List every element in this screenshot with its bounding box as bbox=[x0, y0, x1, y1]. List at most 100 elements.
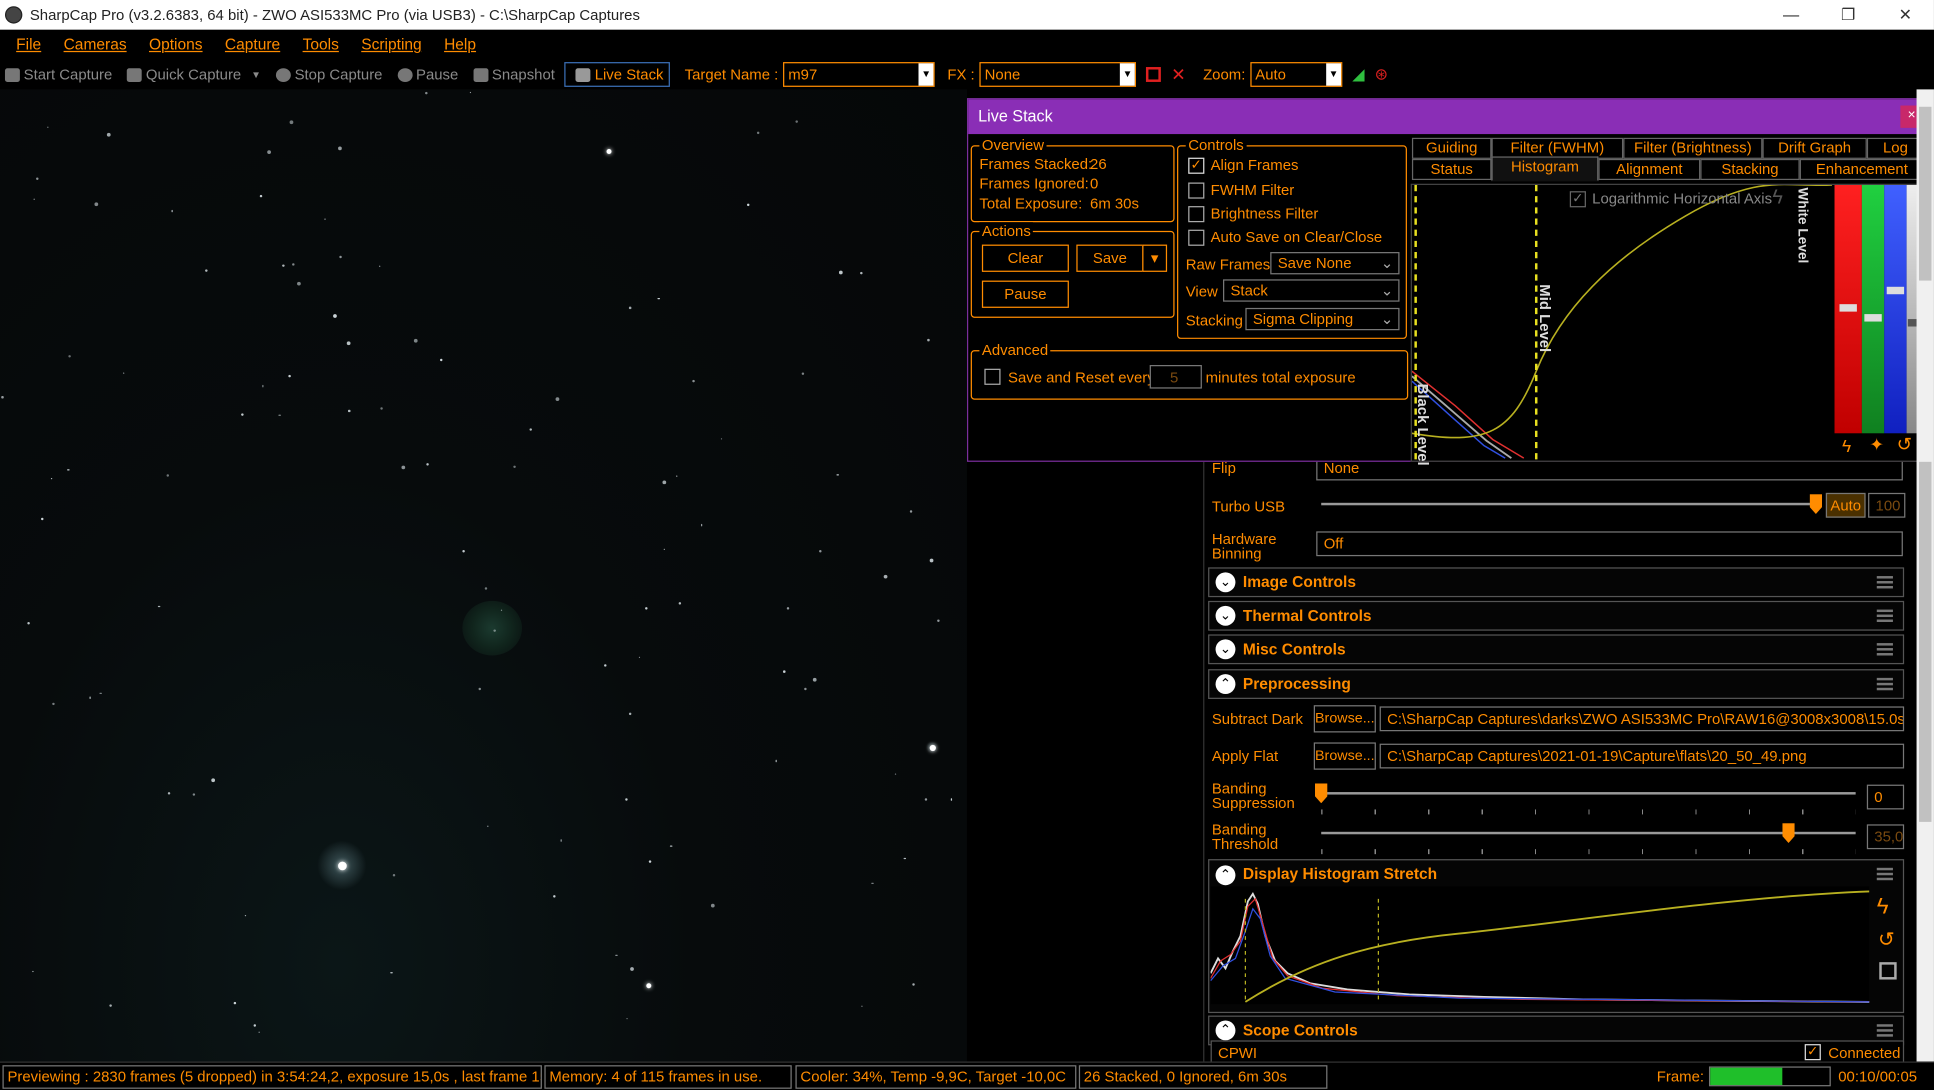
tab-alignment[interactable]: Alignment bbox=[1598, 158, 1701, 181]
save-icon[interactable] bbox=[1879, 962, 1897, 980]
reset-icon[interactable]: ↺ bbox=[1897, 433, 1913, 456]
chevron-down-icon[interactable]: ▼ bbox=[1326, 63, 1342, 86]
tab-enhancement[interactable]: Enhancement bbox=[1799, 158, 1925, 181]
chevron-down-icon[interactable]: ▼ bbox=[1120, 63, 1136, 86]
turbo-usb-slider[interactable] bbox=[1321, 502, 1819, 506]
align-frames-checkbox[interactable]: ✓ bbox=[1188, 157, 1205, 174]
tab-status[interactable]: Status bbox=[1411, 158, 1492, 181]
thermal-controls-section[interactable]: ⌄ Thermal Controls bbox=[1208, 600, 1905, 631]
menu-icon[interactable] bbox=[1876, 609, 1893, 622]
live-stack-histogram[interactable]: ✓ Logarithmic Horizontal Axis Black Leve… bbox=[1410, 183, 1927, 466]
target-name-input[interactable]: m97 ▼ bbox=[783, 62, 935, 87]
star-icon[interactable]: ✦ bbox=[1869, 435, 1884, 456]
menu-scripting[interactable]: Scripting bbox=[361, 36, 421, 53]
stack-histogram-plot[interactable] bbox=[1411, 184, 1833, 461]
fx-select[interactable]: None ▼ bbox=[979, 62, 1137, 87]
tab-histogram[interactable]: Histogram bbox=[1491, 156, 1599, 182]
green-level-thumb[interactable] bbox=[1864, 314, 1882, 322]
turbo-auto-button[interactable]: Auto bbox=[1825, 492, 1866, 518]
quick-capture-button[interactable]: Quick Capture ▼ bbox=[122, 66, 261, 83]
tab-stacking[interactable]: Stacking bbox=[1700, 158, 1800, 181]
brightness-filter-checkbox[interactable] bbox=[1188, 206, 1205, 223]
red-level-thumb[interactable] bbox=[1839, 304, 1857, 312]
save-dropdown-button[interactable]: ▾ bbox=[1142, 244, 1168, 272]
close-button[interactable]: ✕ bbox=[1877, 0, 1934, 30]
green-level-bar[interactable] bbox=[1861, 184, 1885, 434]
stop-capture-button[interactable]: Stop Capture bbox=[271, 66, 382, 83]
menu-file[interactable]: File bbox=[16, 36, 41, 53]
tab-log[interactable]: Log bbox=[1866, 137, 1925, 159]
banding-suppression-slider[interactable] bbox=[1321, 792, 1856, 795]
subtract-dark-select[interactable]: C:\SharpCap Captures\darks\ZWO ASI533MC … bbox=[1379, 706, 1905, 732]
display-histogram-plot[interactable] bbox=[1210, 886, 1870, 1005]
subtract-dark-browse-button[interactable]: Browse... bbox=[1313, 705, 1376, 733]
apply-flat-browse-button[interactable]: Browse... bbox=[1313, 742, 1376, 770]
raw-frames-select[interactable]: Save None ⌄ bbox=[1270, 252, 1400, 275]
maximize-button[interactable]: ❐ bbox=[1820, 0, 1877, 30]
panel-scrollbar[interactable] bbox=[1916, 89, 1934, 1062]
preview-image[interactable] bbox=[0, 89, 967, 1062]
menu-options[interactable]: Options bbox=[149, 36, 203, 53]
start-capture-button[interactable]: Start Capture bbox=[0, 66, 112, 83]
image-controls-section[interactable]: ⌄ Image Controls bbox=[1208, 567, 1905, 598]
scrollbar-thumb[interactable] bbox=[1919, 461, 1932, 822]
chevron-down-icon[interactable]: ▼ bbox=[918, 63, 934, 86]
stacking-select[interactable]: Sigma Clipping ⌄ bbox=[1245, 307, 1400, 331]
blue-level-bar[interactable] bbox=[1884, 184, 1907, 434]
reticle-off-icon[interactable]: ✕ bbox=[1171, 64, 1186, 85]
scrollbar-thumb[interactable] bbox=[1919, 106, 1932, 281]
pause-stack-button[interactable]: Pause bbox=[981, 280, 1069, 308]
banding-threshold-value[interactable]: 35,0 bbox=[1866, 824, 1905, 850]
menu-icon[interactable] bbox=[1876, 1024, 1893, 1037]
focus-assist-icon[interactable]: ⊛ bbox=[1375, 65, 1389, 85]
turbo-usb-thumb[interactable] bbox=[1809, 494, 1823, 514]
log-axis-checkbox[interactable]: ✓ bbox=[1569, 191, 1586, 208]
auto-stretch-icon[interactable]: ϟ bbox=[1772, 187, 1783, 209]
chevron-down-icon[interactable]: ⌄ bbox=[1215, 605, 1236, 626]
turbo-usb-value[interactable]: 100 bbox=[1868, 492, 1906, 518]
pause-button[interactable]: Pause bbox=[392, 66, 458, 83]
chevron-down-icon[interactable]: ⌄ bbox=[1215, 572, 1236, 593]
banding-threshold-thumb[interactable] bbox=[1782, 823, 1795, 843]
menu-cameras[interactable]: Cameras bbox=[64, 36, 127, 53]
tab-filter-brightness[interactable]: Filter (Brightness) bbox=[1623, 137, 1763, 159]
select-area-icon[interactable] bbox=[1146, 67, 1162, 82]
reset-icon[interactable]: ↺ bbox=[1878, 927, 1895, 952]
apply-flat-select[interactable]: C:\SharpCap Captures\2021-01-19\Capture\… bbox=[1379, 743, 1905, 769]
chevron-down-icon[interactable]: ⌄ bbox=[1215, 639, 1236, 660]
banding-suppression-thumb[interactable] bbox=[1314, 783, 1328, 804]
save-button[interactable]: Save bbox=[1076, 244, 1144, 272]
auto-save-checkbox[interactable] bbox=[1188, 229, 1205, 246]
histogram-icon[interactable]: ◢ bbox=[1352, 65, 1364, 85]
clear-button[interactable]: Clear bbox=[981, 244, 1069, 272]
chevron-up-icon[interactable]: ⌃ bbox=[1215, 674, 1236, 694]
banding-threshold-slider[interactable] bbox=[1321, 831, 1856, 835]
menu-icon[interactable] bbox=[1876, 867, 1893, 881]
hardware-binning-select[interactable]: Off bbox=[1316, 531, 1903, 557]
preprocessing-section[interactable]: ⌃ Preprocessing bbox=[1208, 669, 1905, 699]
menu-capture[interactable]: Capture bbox=[225, 36, 280, 53]
menu-icon[interactable] bbox=[1876, 643, 1893, 656]
tab-guiding[interactable]: Guiding bbox=[1411, 137, 1492, 159]
chevron-up-icon[interactable]: ⌃ bbox=[1215, 1020, 1236, 1041]
snapshot-button[interactable]: Snapshot bbox=[468, 66, 555, 83]
tab-drift-graph[interactable]: Drift Graph bbox=[1762, 137, 1867, 159]
banding-suppression-value[interactable]: 0 bbox=[1866, 784, 1905, 810]
live-stack-button[interactable]: Live Stack bbox=[564, 62, 670, 87]
auto-stretch-icon[interactable]: ϟ bbox=[1877, 894, 1889, 920]
menu-help[interactable]: Help bbox=[444, 36, 476, 53]
chevron-up-icon[interactable]: ⌃ bbox=[1215, 865, 1236, 886]
menu-tools[interactable]: Tools bbox=[303, 36, 339, 53]
fwhm-filter-checkbox[interactable] bbox=[1188, 182, 1205, 199]
auto-stretch-icon[interactable]: ϟ bbox=[1842, 436, 1851, 456]
menu-icon[interactable] bbox=[1876, 576, 1893, 589]
view-select[interactable]: Stack ⌄ bbox=[1223, 279, 1400, 302]
blue-level-thumb[interactable] bbox=[1886, 286, 1905, 295]
connected-checkbox[interactable]: ✓ bbox=[1804, 1044, 1821, 1061]
minimize-button[interactable]: — bbox=[1762, 0, 1819, 30]
misc-controls-section[interactable]: ⌄ Misc Controls bbox=[1208, 634, 1905, 665]
save-reset-checkbox[interactable] bbox=[984, 368, 1001, 385]
menu-icon[interactable] bbox=[1876, 677, 1893, 691]
zoom-select[interactable]: Auto ▼ bbox=[1250, 62, 1343, 87]
minutes-spinner[interactable]: 5 bbox=[1149, 365, 1202, 389]
